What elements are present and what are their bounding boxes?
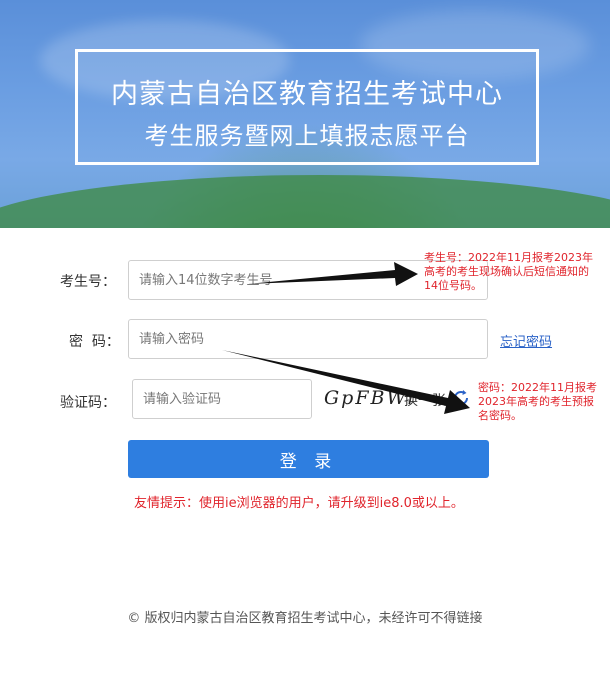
password-input[interactable] bbox=[128, 319, 488, 359]
copyright-footer: © 版权归内蒙古自治区教育招生考试中心，未经许可不得链接 bbox=[127, 611, 483, 626]
annotation-line: 考生号：2022年11月报考2023年 bbox=[424, 251, 593, 264]
captcha-input[interactable] bbox=[132, 379, 312, 419]
login-button[interactable]: 登 录 bbox=[128, 440, 489, 478]
exam-no-annotation: 考生号：2022年11月报考2023年 高考的考生现场确认后短信通知的 14位号… bbox=[424, 251, 593, 293]
annotation-line: 密码：2022年11月报考 bbox=[478, 381, 597, 394]
site-subtitle: 考生服务暨网上填报志愿平台 bbox=[144, 122, 470, 150]
annotation-line: 名密码。 bbox=[478, 409, 522, 422]
exam-no-label: 考生号： bbox=[60, 274, 116, 290]
grassland-decoration bbox=[0, 175, 610, 228]
forgot-password-link[interactable]: 忘记密码 bbox=[500, 331, 552, 350]
header-banner: 内蒙古自治区教育招生考试中心 考生服务暨网上填报志愿平台 bbox=[0, 0, 610, 228]
annotation-line: 2023年高考的考生预报 bbox=[478, 395, 594, 408]
title-box: 内蒙古自治区教育招生考试中心 考生服务暨网上填报志愿平台 bbox=[75, 49, 539, 165]
refresh-icon[interactable] bbox=[452, 389, 470, 407]
password-label: 密 码： bbox=[69, 334, 120, 350]
captcha-label: 验证码： bbox=[60, 395, 116, 411]
annotation-line: 高考的考生现场确认后短信通知的 bbox=[424, 265, 589, 278]
annotation-line: 14位号码。 bbox=[424, 279, 482, 292]
site-title: 内蒙古自治区教育招生考试中心 bbox=[111, 79, 503, 110]
password-annotation: 密码：2022年11月报考 2023年高考的考生预报 名密码。 bbox=[478, 381, 597, 423]
refresh-captcha-link[interactable]: 换一张 bbox=[404, 390, 446, 410]
browser-tip: 友情提示：使用ie浏览器的用户，请升级到ie8.0或以上。 bbox=[134, 496, 464, 511]
captcha-image[interactable]: GpFBWr bbox=[324, 387, 416, 415]
